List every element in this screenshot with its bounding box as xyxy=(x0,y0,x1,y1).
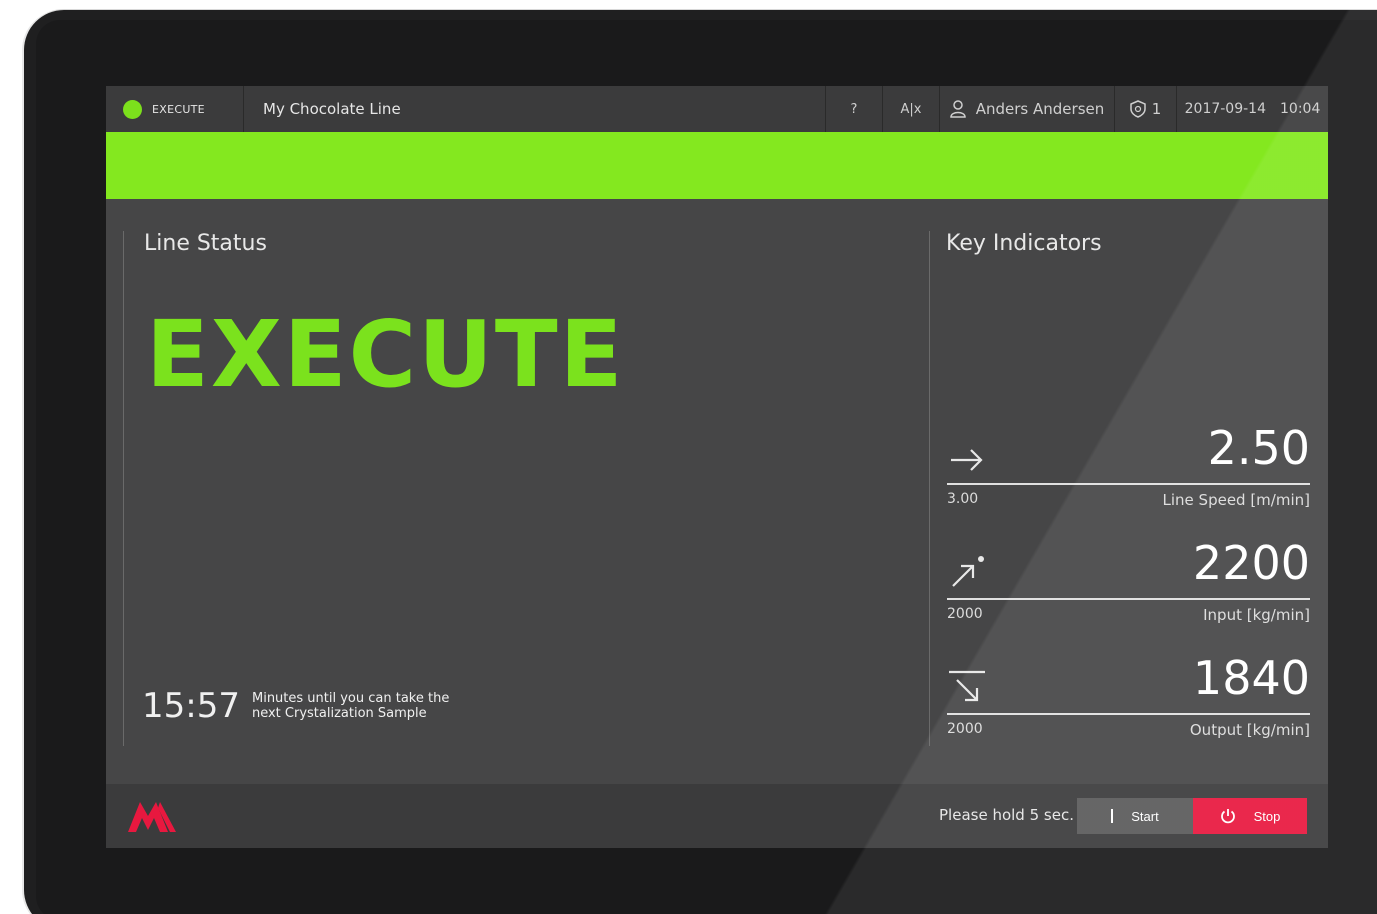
top-bar: EXECUTE My Chocolate Line ? A|x Anders A… xyxy=(106,86,1328,132)
indicator-target: 2000 xyxy=(947,721,983,737)
language-button[interactable]: A|x xyxy=(882,86,939,132)
time-label: 10:04 xyxy=(1280,101,1321,117)
indicator-value: 2200 xyxy=(1192,536,1310,590)
line-status-title: Line Status xyxy=(144,231,267,256)
divider xyxy=(947,598,1310,600)
line-status-value: EXECUTE xyxy=(146,301,625,408)
shield-icon xyxy=(1129,100,1146,118)
datetime: 2017-09-14 10:04 xyxy=(1176,86,1328,132)
indicator-line-speed: 2.50 3.00 Line Speed [m/min] xyxy=(947,421,1310,535)
indicator-label: Line Speed [m/min] xyxy=(1162,491,1310,509)
start-button[interactable]: Start xyxy=(1077,798,1193,834)
arrow-right-icon xyxy=(951,449,983,471)
hmi-screen: EXECUTE My Chocolate Line ? A|x Anders A… xyxy=(106,86,1328,848)
footer-bar: Please hold 5 sec. Start Stop xyxy=(106,784,1328,848)
help-button[interactable]: ? xyxy=(825,86,882,132)
status-dot-icon xyxy=(123,99,142,119)
start-icon xyxy=(1111,809,1114,823)
divider xyxy=(947,713,1310,715)
timer-text-line2: next Crystalization Sample xyxy=(251,706,427,721)
stop-label: Stop xyxy=(1253,808,1281,824)
sample-timer: 15:57 Minutes until you can take the nex… xyxy=(142,686,472,726)
divider xyxy=(947,483,1310,485)
indicator-value: 2.50 xyxy=(1207,421,1310,475)
key-indicators-panel: Key Indicators 2.50 3.00 Line Speed [m/m… xyxy=(929,231,1310,746)
line-status-panel: Line Status EXECUTE 15:57 Minutes until … xyxy=(123,231,929,746)
user-button[interactable]: Anders Andersen xyxy=(939,86,1114,132)
hold-instruction: Please hold 5 sec. xyxy=(939,806,1074,824)
help-icon: ? xyxy=(850,101,858,117)
output-arrow-icon xyxy=(949,670,985,702)
indicator-output: 1840 2000 Output [kg/min] xyxy=(947,651,1310,765)
timer-text-line1: Minutes until you can take the xyxy=(251,691,450,706)
line-name: My Chocolate Line xyxy=(263,100,401,118)
brand-logo-icon xyxy=(128,802,176,832)
indicator-value: 1840 xyxy=(1192,651,1310,705)
timer-value: 15:57 xyxy=(142,686,240,726)
start-label: Start xyxy=(1131,808,1159,824)
user-icon xyxy=(949,100,966,118)
alarm-count: 1 xyxy=(1151,100,1162,118)
date-label: 2017-09-14 xyxy=(1184,101,1266,117)
user-name: Anders Andersen xyxy=(975,100,1105,118)
power-icon xyxy=(1220,809,1235,824)
key-indicators-title: Key Indicators xyxy=(946,231,1102,256)
indicator-label: Input [kg/min] xyxy=(1203,606,1310,624)
indicator-target: 2000 xyxy=(947,606,983,622)
status-label: EXECUTE xyxy=(152,102,205,116)
input-arrow-icon xyxy=(952,556,984,587)
status-indicator: EXECUTE xyxy=(106,86,244,132)
indicator-input: 2200 2000 Input [kg/min] xyxy=(947,536,1310,650)
timer-description: Minutes until you can take the next Crys… xyxy=(252,691,472,721)
stop-button[interactable]: Stop xyxy=(1193,798,1307,834)
language-icon: A|x xyxy=(900,101,922,117)
indicator-label: Output [kg/min] xyxy=(1189,721,1310,739)
status-color-band xyxy=(106,132,1328,199)
alarm-button[interactable]: 1 xyxy=(1114,86,1176,132)
indicator-target: 3.00 xyxy=(947,491,979,507)
